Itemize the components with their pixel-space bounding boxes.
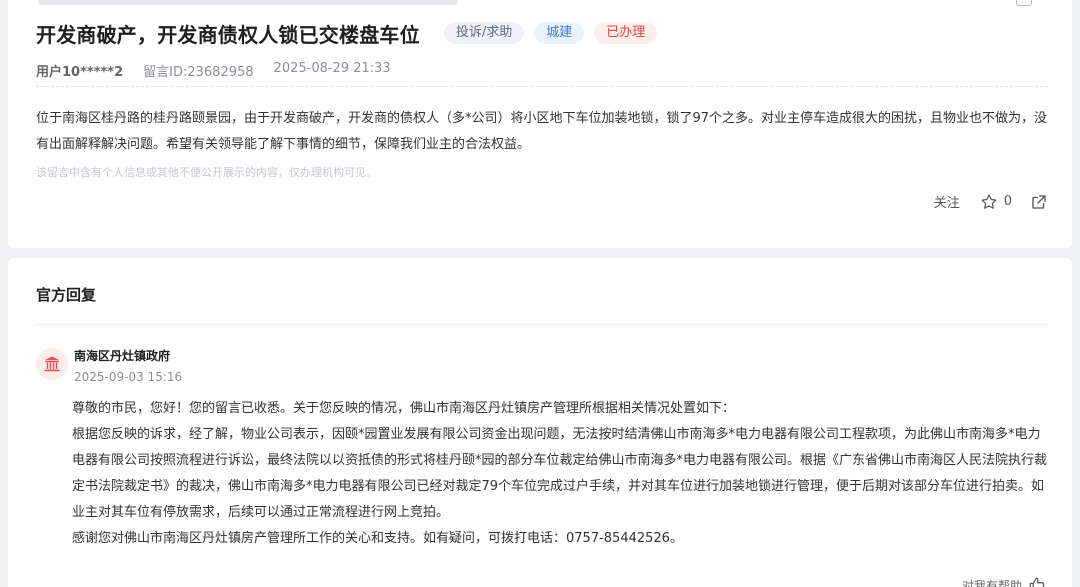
- status-badge: 已办理: [594, 22, 657, 44]
- share-icon[interactable]: [1030, 193, 1048, 211]
- reply-paragraph: 尊敬的市民，您好！您的留言已收悉。关于您反映的情况，佛山市南海区丹灶镇房产管理所…: [72, 396, 1052, 422]
- reply-body: 尊敬的市民，您好！您的留言已收悉。关于您反映的情况，佛山市南海区丹灶镇房产管理所…: [72, 396, 1052, 552]
- message-id: 留言ID:23682958: [143, 61, 253, 80]
- reply-card: 官方回复 南海区丹灶镇政府 2025-09-03 15:16 尊敬的市民，您好！…: [8, 258, 1072, 587]
- org-name: 南海区丹灶镇政府: [74, 347, 182, 365]
- post-datetime: 2025-08-29 21:33: [274, 61, 391, 80]
- question-actions: 关注 0: [934, 192, 1048, 211]
- section-title: 官方回复: [36, 284, 96, 305]
- menu-icon[interactable]: [1016, 0, 1032, 6]
- question-card: 开发商破产，开发商债权人锁已交楼盘车位 投诉/求助 城建 已办理 用户10***…: [8, 0, 1072, 248]
- tag-category: 城建: [534, 22, 584, 44]
- thumbs-up-icon: [1028, 576, 1046, 587]
- author-name: 用户10*****2: [36, 61, 123, 80]
- helpful-button[interactable]: 对我有帮助: [962, 576, 1046, 587]
- star-count: 0: [1004, 194, 1012, 209]
- reply-org: 南海区丹灶镇政府 2025-09-03 15:16: [36, 346, 182, 386]
- privacy-note: 该留言中含有个人信息或其他不便公开展示的内容，仅办理机构可见。: [36, 164, 377, 180]
- star-button[interactable]: 0: [980, 193, 1012, 211]
- tag-type: 投诉/求助: [444, 22, 524, 44]
- divider: [36, 324, 1048, 325]
- question-meta: 用户10*****2 留言ID:23682958 2025-08-29 21:3…: [36, 61, 391, 80]
- reply-paragraph: 根据您反映的诉求，经了解，物业公司表示，因颐*园置业发展有限公司资金出现问题，无…: [72, 422, 1052, 526]
- follow-button[interactable]: 关注: [934, 192, 960, 211]
- reply-datetime: 2025-09-03 15:16: [74, 368, 182, 386]
- helpful-label: 对我有帮助: [962, 577, 1022, 587]
- divider: [36, 86, 1048, 87]
- reply-paragraph: 感谢您对佛山市南海区丹灶镇房产管理所工作的关心和支持。如有疑问，可拨打电话：07…: [72, 526, 1052, 552]
- government-building-icon: [43, 355, 61, 373]
- breadcrumb: [38, 0, 458, 5]
- star-outline-icon: [980, 193, 998, 211]
- title-row: 开发商破产，开发商债权人锁已交楼盘车位 投诉/求助 城建 已办理: [36, 20, 657, 46]
- page-title: 开发商破产，开发商债权人锁已交楼盘车位: [36, 19, 420, 48]
- avatar: [36, 348, 68, 380]
- question-content: 位于南海区桂丹路的桂丹路颐景园，由于开发商破产，开发商的债权人（多*公司）将小区…: [36, 106, 1050, 158]
